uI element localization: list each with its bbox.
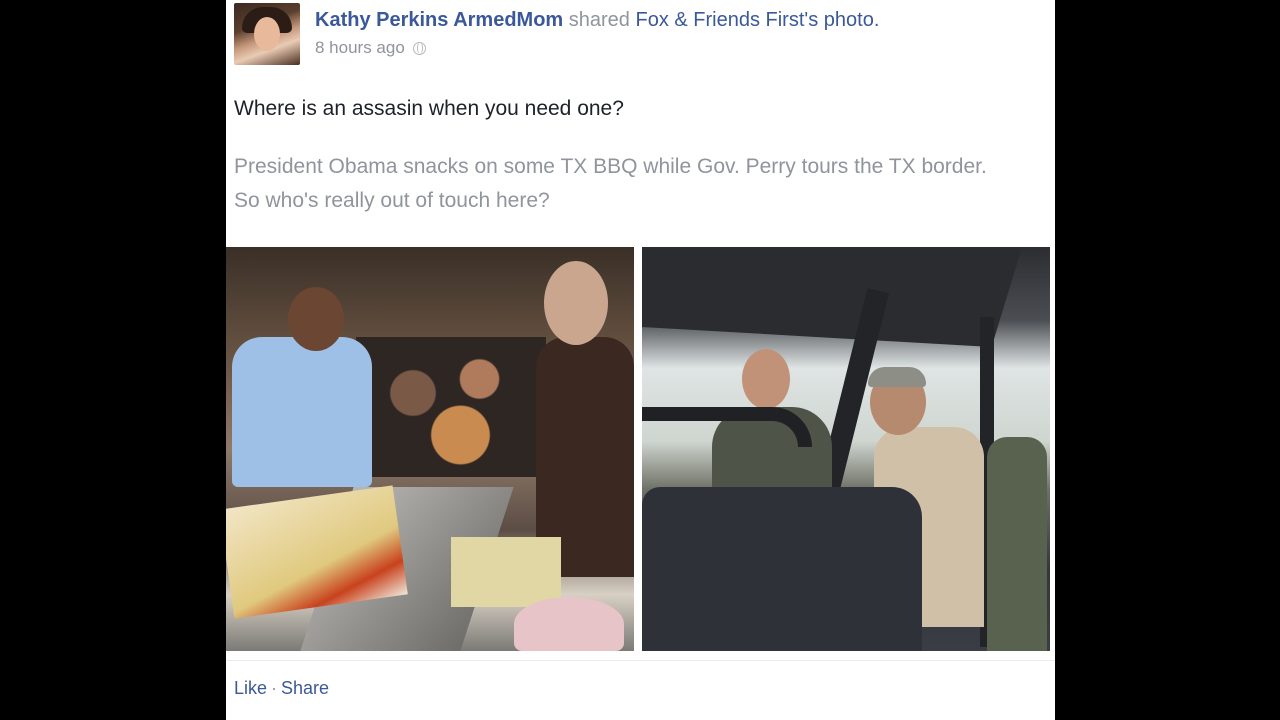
avatar-face bbox=[254, 17, 280, 51]
crowd-shape bbox=[356, 337, 546, 477]
vehicle-roof-shape bbox=[642, 247, 1022, 347]
post-header: Kathy Perkins ArmedMom shared Fox & Frie… bbox=[315, 7, 879, 33]
author-name-link[interactable]: Kathy Perkins ArmedMom bbox=[315, 9, 563, 31]
cap-shape bbox=[868, 367, 926, 387]
shared-caption: President Obama snacks on some TX BBQ wh… bbox=[234, 155, 987, 212]
seat-shape bbox=[642, 487, 922, 651]
status-text: Where is an assasin when you need one? bbox=[234, 97, 624, 120]
author-avatar[interactable] bbox=[234, 3, 300, 65]
action-separator: · bbox=[271, 678, 278, 698]
server-head-shape bbox=[544, 261, 608, 345]
rail-shape bbox=[642, 407, 812, 447]
tray-shape bbox=[451, 537, 561, 607]
facebook-post: Kathy Perkins ArmedMom shared Fox & Frie… bbox=[226, 0, 1055, 720]
like-button[interactable]: Like bbox=[234, 678, 267, 699]
photo-link[interactable]: photo. bbox=[818, 9, 880, 31]
passenger-head-shape bbox=[742, 349, 790, 409]
person-shirt-shape bbox=[232, 337, 372, 487]
photo-right[interactable] bbox=[642, 247, 1050, 651]
photo-gap bbox=[634, 247, 642, 651]
shared-text: shared bbox=[563, 9, 636, 31]
globe-icon[interactable] bbox=[412, 41, 426, 55]
post-actions: Like · Share bbox=[234, 678, 329, 699]
photo-left[interactable] bbox=[226, 247, 634, 651]
soldier-shape bbox=[987, 437, 1047, 651]
divider bbox=[226, 660, 1055, 661]
bowl-shape bbox=[514, 597, 624, 651]
source-page-link[interactable]: Fox & Friends First's bbox=[635, 9, 818, 31]
person-head-shape bbox=[288, 287, 344, 351]
post-meta: 8 hours ago bbox=[315, 38, 426, 58]
timestamp-link[interactable]: 8 hours ago bbox=[315, 38, 405, 58]
share-button[interactable]: Share bbox=[281, 678, 329, 699]
